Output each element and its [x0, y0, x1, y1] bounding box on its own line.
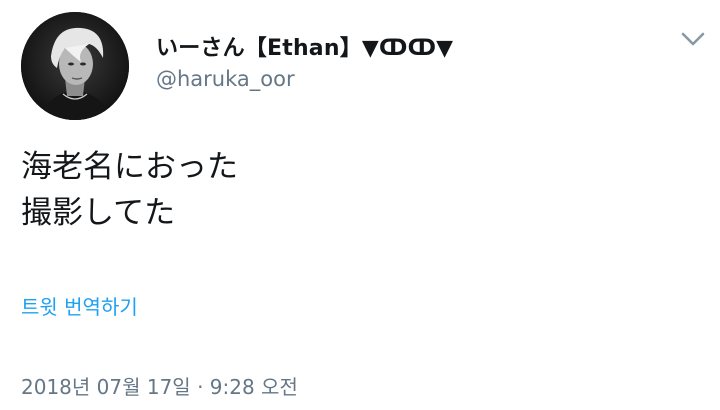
- tweet-card: いーさん【Ethan】▼ↀↀ▼ @haruka_oor 海老名におった 撮影して…: [0, 0, 720, 410]
- author-handle[interactable]: @haruka_oor: [156, 67, 295, 91]
- author-display-name[interactable]: いーさん【Ethan】▼ↀↀ▼: [156, 30, 453, 62]
- avatar-image: [21, 12, 129, 120]
- translate-tweet-link[interactable]: 트윗 번역하기: [21, 291, 138, 320]
- tweet-text-line: 撮影してた: [21, 195, 176, 231]
- chevron-down-icon[interactable]: [680, 30, 706, 48]
- avatar[interactable]: [21, 12, 129, 120]
- tweet-text: 海老名におった 撮影してた: [21, 144, 238, 236]
- tweet-text-line: 海老名におった: [21, 149, 238, 185]
- tweet-timestamp[interactable]: 2018년 07월 17일 · 9:28 오전: [21, 371, 298, 400]
